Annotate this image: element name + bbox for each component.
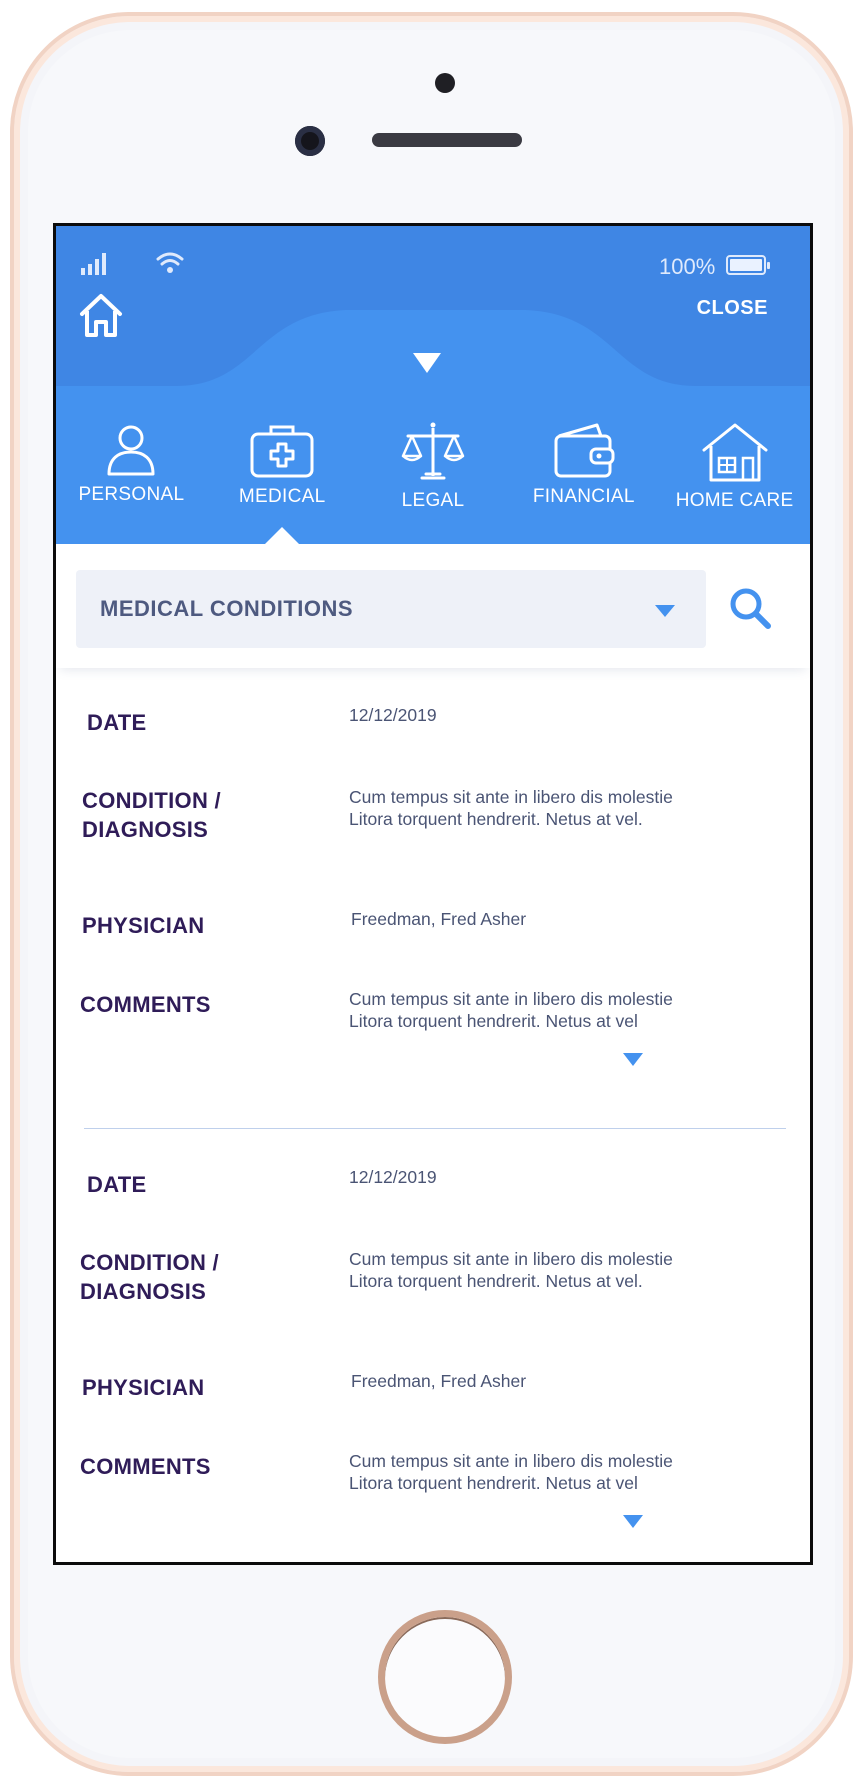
condition-value-line: Cum tempus sit ante in libero dis molest… [349,1249,673,1269]
condition-value-line: Litora torquent hendrerit. Netus at vel. [349,809,643,829]
tab-label: FINANCIAL [532,486,635,507]
tab-label: PERSONAL [78,484,185,505]
tab-label: LEGAL [401,490,465,511]
medical-record: DATE 12/12/2019 CONDITION / DIAGNOSIS Cu… [56,1130,810,1562]
wallet-icon [554,423,615,478]
tab-home-care[interactable]: HOME CARE [659,422,810,544]
medical-kit-icon [250,425,314,478]
signal-icon [81,253,106,275]
tab-label: HOME CARE [675,490,794,511]
records-list: DATE 12/12/2019 CONDITION / DIAGNOSIS Cu… [56,668,810,1562]
comments-value-line: Litora torquent hendrerit. Netus at vel [349,1473,638,1493]
expand-arrow-icon[interactable] [622,1514,644,1529]
filter-bar: MEDICAL CONDITIONS [56,544,810,668]
medical-record: DATE 12/12/2019 CONDITION / DIAGNOSIS Cu… [56,668,810,1130]
app-screen: 100% CLOSE PERSONAL MEDICAL LEGAL FINANC… [53,223,813,1565]
comments-value-line: Litora torquent hendrerit. Netus at vel [349,1011,638,1031]
house-icon [702,423,768,482]
condition-label-line: DIAGNOSIS [82,817,209,842]
comments-label: COMMENTS [80,992,211,1017]
category-tabs: PERSONAL MEDICAL LEGAL FINANCIAL HOME CA… [56,422,810,544]
comments-value-line: Cum tempus sit ante in libero dis molest… [349,989,673,1009]
home-button[interactable] [378,1610,512,1744]
proximity-sensor [435,73,455,93]
earpiece-speaker [372,133,522,147]
wifi-icon [156,252,184,273]
category-dropdown[interactable]: MEDICAL CONDITIONS [76,570,706,648]
date-value: 12/12/2019 [349,1167,437,1187]
comments-value-line: Cum tempus sit ante in libero dis molest… [349,1451,673,1471]
record-divider [84,1128,786,1129]
tab-medical[interactable]: MEDICAL [207,422,358,544]
scales-icon [401,422,465,480]
condition-value-line: Litora torquent hendrerit. Netus at vel. [349,1271,643,1291]
close-button[interactable]: CLOSE [691,296,774,321]
condition-label-line: CONDITION / [82,788,221,813]
home-icon[interactable] [78,292,124,338]
tab-personal[interactable]: PERSONAL [56,422,207,544]
condition-value-line: Cum tempus sit ante in libero dis molest… [349,787,673,807]
battery-percentage: 100% [659,254,716,279]
battery-icon [726,255,770,275]
search-icon[interactable] [728,586,772,630]
comments-label: COMMENTS [80,1454,211,1479]
tab-financial[interactable]: FINANCIAL [508,422,659,544]
physician-label: PHYSICIAN [82,1375,205,1400]
date-label: DATE [87,1172,147,1197]
tab-legal[interactable]: LEGAL [358,422,509,544]
date-label: DATE [87,710,147,735]
physician-label: PHYSICIAN [82,913,205,938]
tab-label: MEDICAL [238,486,326,507]
collapse-arrow-icon[interactable] [412,352,442,374]
chevron-down-icon [655,605,675,617]
physician-value: Freedman, Fred Asher [351,909,527,929]
physician-value: Freedman, Fred Asher [351,1371,527,1391]
dropdown-selected-value: MEDICAL CONDITIONS [100,596,354,621]
person-icon [107,425,155,476]
date-value: 12/12/2019 [349,705,437,725]
condition-label-line: CONDITION / [80,1250,219,1275]
app-header: 100% CLOSE PERSONAL MEDICAL LEGAL FINANC… [56,226,810,544]
expand-arrow-icon[interactable] [622,1052,644,1067]
front-camera [295,126,325,156]
condition-label-line: DIAGNOSIS [80,1279,207,1304]
